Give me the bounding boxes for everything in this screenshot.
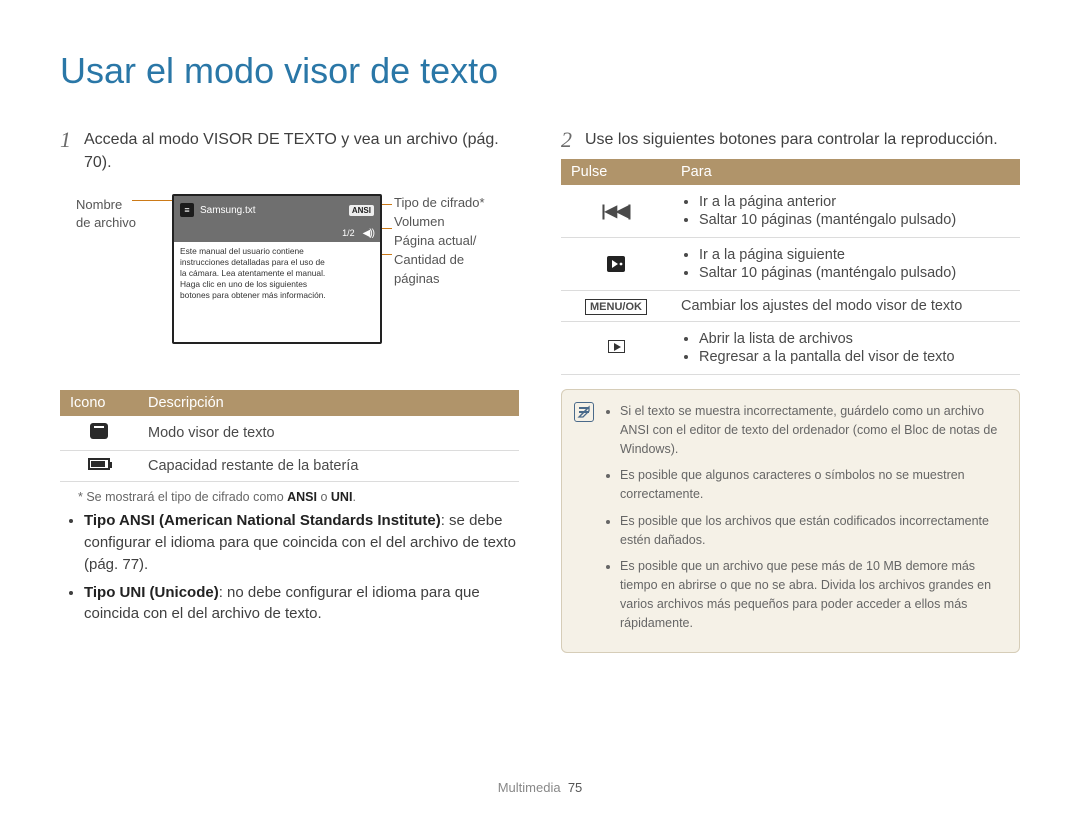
device-diagram: Nombre de archivo ≡ Samsung.txt ANSI 1/2… [76,186,519,376]
text-viewer-mode-icon [90,423,108,439]
manual-page: Usar el modo visor de texto 1 Acceda al … [0,0,1080,815]
action-cell: Cambiar los ajustes del modo visor de te… [671,291,1020,322]
device-filename: Samsung.txt [200,205,343,216]
callout-line [382,254,392,255]
callout-encoding: Tipo de cifrado* [394,194,485,213]
key-cell: |◀◀| [561,185,671,238]
menu-ok-key-icon: MENU/OK [585,299,647,315]
note-item: Es posible que un archivo que pese más d… [620,557,1005,632]
note-item: Si el texto se muestra incorrectamente, … [620,402,1005,458]
device-statusbar: 1/2 ◀)) [174,224,380,242]
device-body-text: Este manual del usuario contiene instruc… [174,242,380,305]
desc-cell: Capacidad restante de la batería [138,451,519,482]
controls-header-for: Para [671,159,1020,185]
icon-cell [60,416,138,451]
device-mockup: ≡ Samsung.txt ANSI 1/2 ◀)) Este manual d… [172,194,382,344]
controls-header-press: Pulse [561,159,671,185]
footer-section: Multimedia [498,780,561,795]
text-viewer-mode-icon: ≡ [180,203,194,217]
previous-key-icon: |◀◀| [601,203,631,220]
next-key-icon [606,255,626,273]
right-column: 2 Use los siguientes botones para contro… [561,128,1020,653]
ansi-badge: ANSI [349,205,374,216]
icon-table: Icono Descripción Modo visor de texto Ca… [60,390,519,482]
two-column-layout: 1 Acceda al modo VISOR DE TEXTO y vea un… [60,128,1020,653]
action-cell: Abrir la lista de archivos Regresar a la… [671,322,1020,375]
callout-line [382,228,392,229]
note-item: Es posible que los archivos que están co… [620,512,1005,550]
note-list: Si el texto se muestra incorrectamente, … [606,402,1005,632]
table-row: |◀◀| Ir a la página anterior Saltar 10 p… [561,185,1020,238]
step-2: 2 Use los siguientes botones para contro… [561,128,1020,151]
icon-cell [60,451,138,482]
note-item: Es posible que algunos caracteres o símb… [620,466,1005,504]
footnote-text: . [352,490,355,504]
left-column: 1 Acceda al modo VISOR DE TEXTO y vea un… [60,128,519,653]
key-cell: MENU/OK [561,291,671,322]
encoding-footnote: * Se mostrará el tipo de cifrado como AN… [78,490,515,504]
ansi-label: ANSI [287,490,317,504]
volume-icon: ◀)) [363,228,374,239]
action-cell: Ir a la página siguiente Saltar 10 págin… [671,238,1020,291]
step-1-text: Acceda al modo VISOR DE TEXTO y vea un a… [84,128,519,174]
key-cell [561,322,671,375]
step-2-number: 2 [561,128,585,151]
bullet-lead: Tipo ANSI (American National Standards I… [84,512,441,529]
device-titlebar: ≡ Samsung.txt ANSI [174,196,380,224]
footnote-text: * Se mostrará el tipo de cifrado como [78,490,287,504]
step-2-text: Use los siguientes botones para controla… [585,128,1020,151]
icon-table-header-desc: Descripción [138,390,519,416]
note-box: Si el texto se muestra incorrectamente, … [561,389,1020,653]
battery-icon [88,458,110,470]
icon-table-header-icon: Icono [60,390,138,416]
callout-line [382,204,392,205]
callout-labels: Tipo de cifrado* Volumen Página actual/ … [394,194,485,288]
table-row: Modo visor de texto [60,416,519,451]
play-key-icon [608,340,625,353]
callout-page: Página actual/ Cantidad de páginas [394,232,485,289]
table-row: Abrir la lista de archivos Regresar a la… [561,322,1020,375]
list-item: Tipo ANSI (American National Standards I… [84,510,519,575]
page-title: Usar el modo visor de texto [60,50,1020,92]
action-item: Ir a la página siguiente [699,247,1010,263]
table-row: Capacidad restante de la batería [60,451,519,482]
action-item: Saltar 10 páginas (manténgalo pulsado) [699,212,1010,228]
action-item: Regresar a la pantalla del visor de text… [699,349,1010,365]
page-position: 1/2 [342,228,355,238]
footnote-text: o [317,490,331,504]
action-cell: Ir a la página anterior Saltar 10 página… [671,185,1020,238]
page-footer: Multimedia 75 [0,780,1080,795]
controls-table: Pulse Para |◀◀| Ir a la página anterior … [561,159,1020,375]
key-cell [561,238,671,291]
list-item: Tipo UNI (Unicode): no debe configurar e… [84,582,519,626]
table-row: Ir a la página siguiente Saltar 10 págin… [561,238,1020,291]
action-item: Abrir la lista de archivos [699,331,1010,347]
desc-cell: Modo visor de texto [138,416,519,451]
callout-line [132,200,172,201]
callout-volume: Volumen [394,213,485,232]
step-1-number: 1 [60,128,84,174]
filename-callout-label: Nombre de archivo [76,196,136,231]
table-row: MENU/OK Cambiar los ajustes del modo vis… [561,291,1020,322]
note-icon [574,402,594,422]
action-item: Ir a la página anterior [699,194,1010,210]
bullet-lead: Tipo UNI (Unicode) [84,584,219,601]
step-1: 1 Acceda al modo VISOR DE TEXTO y vea un… [60,128,519,174]
action-item: Saltar 10 páginas (manténgalo pulsado) [699,265,1010,281]
uni-label: UNI [331,490,353,504]
footer-page-number: 75 [568,780,582,795]
encoding-bullets: Tipo ANSI (American National Standards I… [66,510,519,625]
